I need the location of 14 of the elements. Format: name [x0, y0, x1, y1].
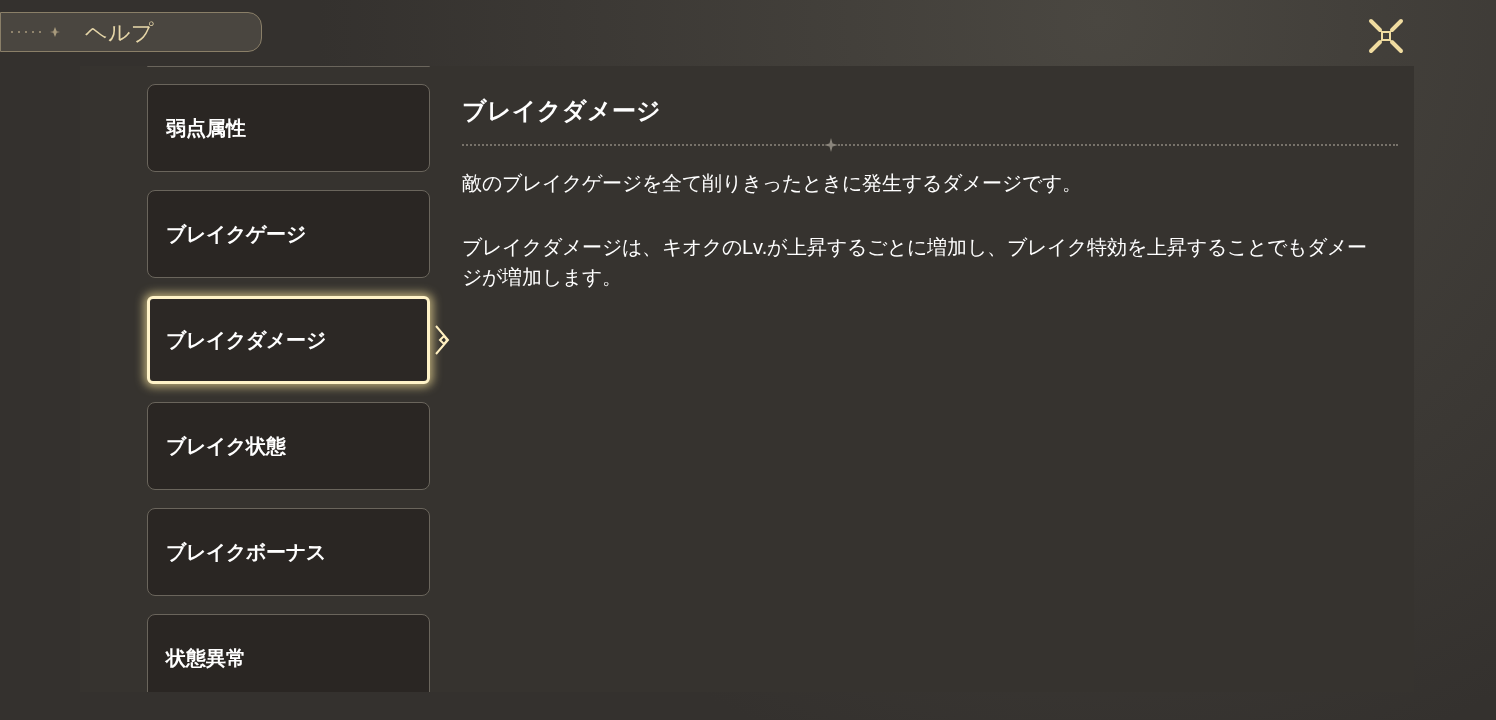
- topic-item[interactable]: 状態異常: [147, 614, 430, 692]
- help-paragraph: 敵のブレイクゲージを全て削りきったときに発生するダメージです。: [462, 171, 1083, 196]
- screen-title: ヘルプ: [85, 18, 154, 47]
- help-paragraph: ブレイクダメージは、キオクのLv.が上昇するごとに増加し、ブレイク特効を上昇することでもダメージが増加します。: [462, 235, 1369, 290]
- dots-ornament-icon: [9, 27, 61, 37]
- topic-item[interactable]: ブレイク状態: [147, 402, 430, 490]
- article-heading: ブレイクダメージ: [462, 96, 662, 126]
- topic-item[interactable]: 弱点属性: [147, 84, 430, 172]
- topic-item[interactable]: ブレイクダメージ: [147, 296, 430, 384]
- topic-item[interactable]: ブレイクゲージ: [147, 190, 430, 278]
- topic-item[interactable]: ブレイクボーナス: [147, 508, 430, 596]
- close-button[interactable]: [1366, 16, 1406, 56]
- close-icon: [1366, 16, 1406, 56]
- chevron-icon: [434, 324, 450, 356]
